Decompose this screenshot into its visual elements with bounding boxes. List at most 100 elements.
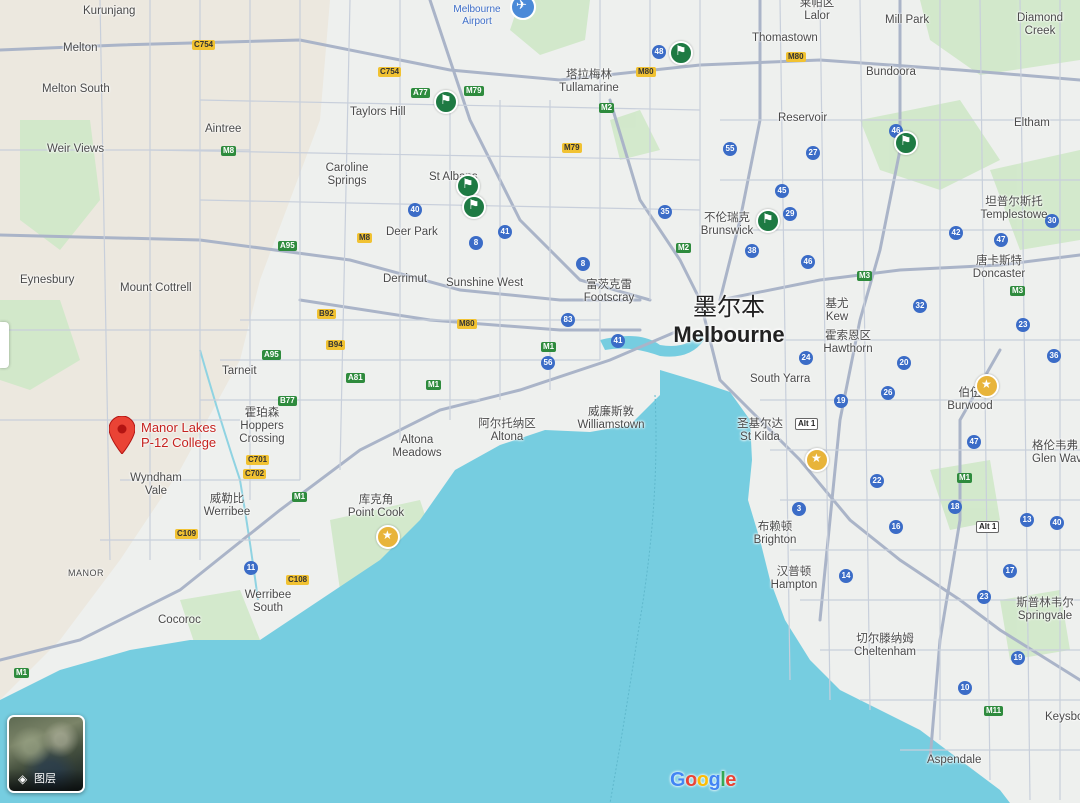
google-logo-letter: o [685,769,697,791]
road-shield: 19 [834,394,848,408]
map-label: Taylors Hill [350,106,406,118]
road-shield: 38 [745,244,759,258]
road-shield: M1 [14,668,30,678]
map-label: 霍索恩区 Hawthorn [823,330,873,355]
selected-place-label[interactable]: Manor Lakes P-12 College [141,420,216,450]
map-label: 库克角 Point Cook [347,494,405,519]
road-shield: 23 [1016,318,1030,332]
map-label: 布赖顿 Brighton [753,521,797,546]
road-shield: A95 [262,350,281,360]
road-shield: 56 [541,356,555,370]
map-label: 莱帕区 Lalor [799,0,835,22]
road-shield: 10 [958,681,972,695]
road-shield: M80 [636,67,656,77]
layers-icon: ◈ [18,772,28,786]
map-label: 威廉斯敦 Williamstown [577,406,645,431]
road-shield: 13 [1020,513,1034,527]
road-shield: 35 [658,205,672,219]
road-shield: 17 [1003,564,1017,578]
road-shield: M3 [857,271,873,281]
road-shield: 16 [889,520,903,534]
road-shield: 45 [775,184,789,198]
road-shield: 36 [1047,349,1061,363]
map-label: 不伦瑞克 Brunswick [700,212,754,237]
map-label: Keysbo [1045,711,1080,723]
road-shield: A81 [346,373,365,383]
poi-star-icon[interactable] [975,374,999,398]
map-label: Mount Cottrell [120,282,192,294]
road-shield: 47 [967,435,981,449]
road-shield: B94 [326,340,345,350]
google-logo-letter: o [696,769,709,791]
map-label: Mill Park [885,14,930,26]
map-label: Werribee South [244,589,292,614]
map-label: MANOR [68,568,104,578]
road-shield: M79 [464,86,484,96]
road-shield: 42 [949,226,963,240]
road-shield: C109 [175,529,199,539]
poi-star-icon[interactable] [805,448,829,472]
road-shield: C108 [286,575,310,585]
road-shield: B92 [317,309,336,319]
google-logo-letter: e [725,769,736,791]
road-shield: 3 [792,502,806,516]
poi-flag-icon[interactable] [462,195,486,219]
map-label: Eynesbury [20,274,75,286]
road-shield: M1 [292,492,308,502]
map-label: Aintree [205,123,242,135]
map-label: Melton [63,42,98,54]
road-shield: C754 [378,67,402,77]
poi-flag-icon[interactable] [669,41,693,65]
road-shield: 27 [806,146,820,160]
road-shield: 32 [913,299,927,313]
side-panel-handle[interactable] [0,322,9,368]
map-canvas[interactable]: MelbourneAirport Kurunjang Melton Melton… [0,0,1080,803]
road-shield: 46 [801,255,815,269]
road-shield: 14 [839,569,853,583]
poi-star-icon[interactable] [376,525,400,549]
road-shield: M79 [562,143,582,153]
map-label: Caroline Springs [325,162,369,187]
city-name-cn: 墨尔本 [692,294,765,321]
map-label: 富茨克雷 Footscray [583,279,635,304]
map-label: Bundoora [866,66,916,78]
road-shield: 8 [576,257,590,271]
google-logo-letter: G [670,769,686,791]
airport-label[interactable]: Melbourne Airport [453,4,500,28]
poi-flag-icon[interactable] [894,131,918,155]
road-shield: 18 [948,500,962,514]
location-pin-icon[interactable] [109,416,135,454]
poi-flag-icon[interactable] [756,209,780,233]
map-label: 唐卡斯特 Doncaster [972,255,1026,280]
road-shield: 40 [408,203,422,217]
layers-button[interactable]: ◈ 图层 [7,715,85,793]
road-shield: Alt 1 [976,521,1000,533]
city-label-melbourne[interactable]: 墨尔本 Melbourne [673,294,784,348]
google-logo-text: Google [670,769,736,791]
map-label: Deer Park [386,226,438,238]
map-label: 塔拉梅林 Tullamarine [559,69,619,94]
google-logo-letter: g [708,769,721,791]
map-label: Tarneit [222,365,257,377]
map-label: 汉普顿 Hampton [770,566,818,591]
road-shield: B77 [278,396,297,406]
map-label: 坦普尔斯托 Templestowe [980,196,1048,221]
google-logo: Google [670,769,736,792]
road-shield: M2 [676,243,692,253]
road-shield: M3 [1010,286,1026,296]
map-label: South Yarra [750,373,811,385]
map-label: Eltham [1014,117,1050,129]
map-label: 基尤 Kew [825,298,849,323]
map-label: Weir Views [47,143,105,155]
road-shield: 22 [870,474,884,488]
road-shield: 26 [881,386,895,400]
map-label: 威勒比 Werribee [203,493,251,518]
road-shield: 48 [652,45,666,59]
poi-flag-icon[interactable] [434,90,458,114]
road-shield: M2 [599,103,615,113]
road-shield: 83 [561,313,575,327]
road-shield: M8 [221,146,237,156]
map-base-layer [0,0,1080,803]
road-shield: 8 [469,236,483,250]
map-label: Altona Meadows [392,434,442,459]
